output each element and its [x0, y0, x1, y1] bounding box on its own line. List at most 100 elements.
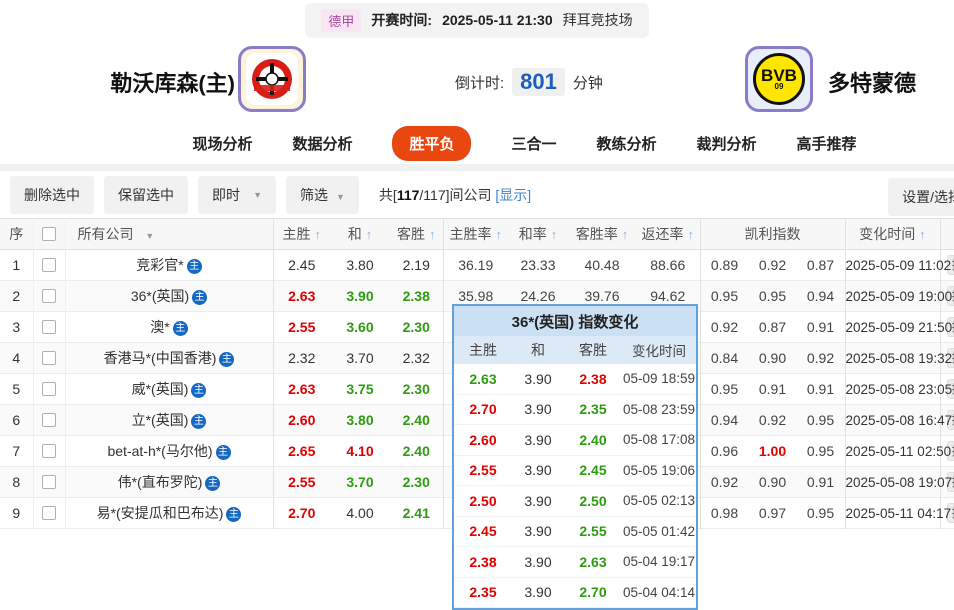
draw-odds[interactable]: 3.80 — [330, 250, 390, 281]
select-all-checkbox[interactable] — [42, 227, 56, 241]
row-checkbox[interactable] — [42, 475, 56, 489]
tab-live-analysis[interactable]: 现场分析 — [192, 133, 252, 154]
change-time: 2025-05-11 04:17 — [845, 498, 940, 529]
kelly-values: 0.920.870.91 — [701, 319, 845, 335]
header-home-rate[interactable]: 主胜率 ↑ — [443, 219, 508, 250]
home-company-badge-icon: 主 — [191, 414, 206, 429]
draw-odds[interactable]: 3.75 — [330, 374, 390, 405]
home-company-badge-icon: 主 — [192, 290, 207, 305]
header-away-odds[interactable]: 客胜 ↑ — [390, 219, 443, 250]
row-checkbox[interactable] — [42, 506, 56, 520]
filter-select[interactable]: 筛选▼ — [286, 176, 359, 214]
sort-up-icon: ↑ — [429, 227, 436, 242]
tab-data-analysis[interactable]: 数据分析 — [292, 133, 352, 154]
row-checkbox[interactable] — [42, 413, 56, 427]
countdown-unit: 分钟 — [573, 72, 603, 93]
home-odds[interactable]: 2.55 — [273, 312, 330, 343]
popup-draw-odds: 3.90 — [512, 462, 564, 478]
popup-draw-odds: 3.90 — [512, 584, 564, 600]
company-name[interactable]: 竞彩官*主 — [65, 250, 273, 281]
table-toolbar: 删除选中 保留选中 即时▼ 筛选▼ 共[117/117]间公司 [显示] 设置/… — [0, 171, 954, 218]
company-name[interactable]: 威*(英国)主 — [65, 374, 273, 405]
company-name[interactable]: 澳* 主 — [65, 312, 273, 343]
away-odds[interactable]: 2.40 — [390, 405, 443, 436]
header-home-odds[interactable]: 主胜 ↑ — [273, 219, 330, 250]
popup-draw-odds: 3.90 — [512, 554, 564, 570]
draw-odds[interactable]: 3.90 — [330, 281, 390, 312]
tab-three-in-one[interactable]: 三合一 — [511, 133, 556, 154]
sort-up-icon: ↑ — [495, 227, 502, 242]
away-odds[interactable]: 2.30 — [390, 374, 443, 405]
kelly-value: 0.95 — [797, 443, 845, 459]
home-odds[interactable]: 2.65 — [273, 436, 330, 467]
header-payout-rate[interactable]: 返还率 ↑ — [636, 219, 700, 250]
away-odds[interactable]: 2.38 — [390, 281, 443, 312]
header-change-time[interactable]: 变化时间 ↑ — [845, 219, 940, 250]
kelly-values: 0.961.000.95 — [701, 443, 845, 459]
draw-rate: 23.33 — [508, 250, 568, 281]
row-checkbox[interactable] — [42, 289, 56, 303]
popup-odds-row: 2.353.902.7005-04 04:14 — [454, 578, 696, 609]
row-checkbox[interactable] — [42, 320, 56, 334]
row-checkbox[interactable] — [42, 351, 56, 365]
header-draw-rate[interactable]: 和率 ↑ — [508, 219, 568, 250]
company-name[interactable]: 香港马*(中国香港)主 — [65, 343, 273, 374]
draw-odds[interactable]: 3.60 — [330, 312, 390, 343]
tab-expert-picks[interactable]: 高手推荐 — [797, 133, 857, 154]
keep-selected-button[interactable]: 保留选中 — [104, 176, 188, 214]
away-odds[interactable]: 2.30 — [390, 467, 443, 498]
away-odds[interactable]: 2.30 — [390, 312, 443, 343]
header-away-rate[interactable]: 客胜率 ↑ — [568, 219, 636, 250]
tab-win-draw-lose[interactable]: 胜平负 — [392, 126, 471, 161]
time-filter-select[interactable]: 即时▼ — [198, 176, 276, 214]
away-odds[interactable]: 2.19 — [390, 250, 443, 281]
kelly-value: 0.89 — [701, 257, 749, 273]
popup-home-odds: 2.70 — [454, 401, 512, 417]
kickoff-label: 开赛时间: — [371, 10, 432, 30]
settings-select-button[interactable]: 设置/选择 — [888, 178, 954, 216]
home-company-badge-icon: 主 — [219, 352, 234, 367]
tab-referee-analysis[interactable]: 裁判分析 — [697, 133, 757, 154]
tab-coach-analysis[interactable]: 教练分析 — [597, 133, 657, 154]
table-header-row: 序 所有公司 ▼ 主胜 ↑ 和 ↑ 客胜 ↑ 主胜率 ↑ 和率 ↑ 客胜率 ↑ … — [0, 219, 954, 250]
away-odds[interactable]: 2.41 — [390, 498, 443, 529]
kelly-value: 0.84 — [701, 350, 749, 366]
company-name[interactable]: 易*(安提瓜和巴布达)主 — [65, 498, 273, 529]
popup-home-odds: 2.63 — [454, 371, 512, 387]
header-company[interactable]: 所有公司 ▼ — [65, 219, 273, 250]
away-odds[interactable]: 2.40 — [390, 436, 443, 467]
company-name[interactable]: 立*(英国)主 — [65, 405, 273, 436]
kelly-value: 0.94 — [701, 412, 749, 428]
home-odds[interactable]: 2.45 — [273, 250, 330, 281]
row-checkbox[interactable] — [42, 258, 56, 272]
popup-body: 2.633.902.3805-09 18:592.703.902.3505-08… — [454, 364, 696, 608]
draw-odds[interactable]: 3.70 — [330, 343, 390, 374]
away-odds[interactable]: 2.32 — [390, 343, 443, 374]
home-company-badge-icon: 主 — [173, 321, 188, 336]
home-odds[interactable]: 2.70 — [273, 498, 330, 529]
home-odds[interactable]: 2.63 — [273, 281, 330, 312]
sort-up-icon: ↑ — [687, 227, 694, 242]
kelly-indexes: 0.920.870.91 — [700, 312, 845, 343]
header-draw-odds[interactable]: 和 ↑ — [330, 219, 390, 250]
draw-odds[interactable]: 4.00 — [330, 498, 390, 529]
popup-change-time: 05-08 23:59 — [622, 402, 696, 417]
company-label: 澳* — [150, 319, 169, 335]
company-label: 伟*(直布罗陀) — [118, 474, 203, 490]
draw-odds[interactable]: 4.10 — [330, 436, 390, 467]
draw-odds[interactable]: 3.70 — [330, 467, 390, 498]
row-checkbox[interactable] — [42, 382, 56, 396]
company-name[interactable]: bet-at-h*(马尔他)主 — [65, 436, 273, 467]
company-name[interactable]: 伟*(直布罗陀)主 — [65, 467, 273, 498]
draw-odds[interactable]: 3.80 — [330, 405, 390, 436]
delete-selected-button[interactable]: 删除选中 — [10, 176, 94, 214]
row-checkbox[interactable] — [42, 444, 56, 458]
company-name[interactable]: 36*(英国)主 — [65, 281, 273, 312]
show-link[interactable]: [显示] — [495, 187, 531, 203]
home-odds[interactable]: 2.60 — [273, 405, 330, 436]
popup-odds-row: 2.703.902.3505-08 23:59 — [454, 395, 696, 426]
kelly-value: 0.87 — [797, 257, 845, 273]
home-odds[interactable]: 2.32 — [273, 343, 330, 374]
home-odds[interactable]: 2.63 — [273, 374, 330, 405]
home-odds[interactable]: 2.55 — [273, 467, 330, 498]
